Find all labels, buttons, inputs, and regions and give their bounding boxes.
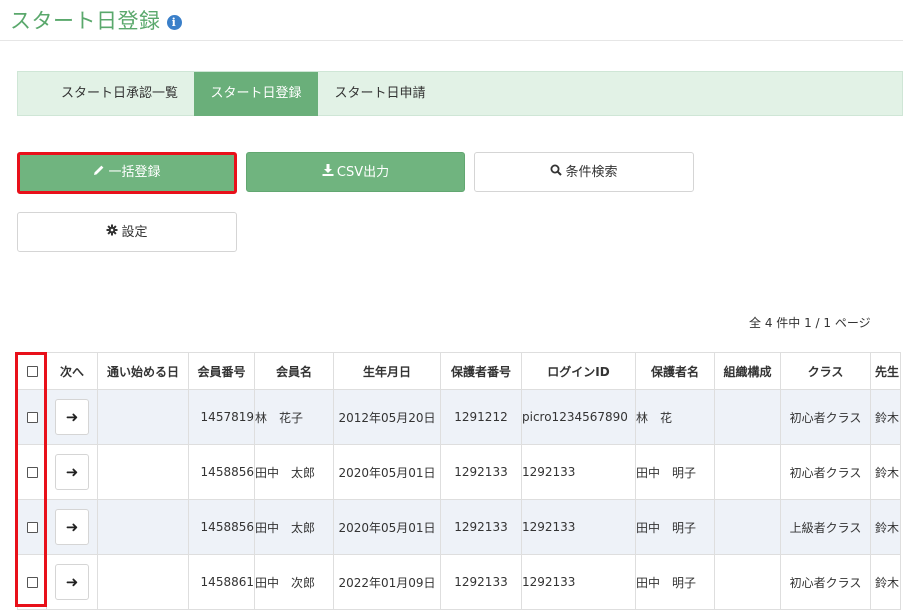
condition-search-button[interactable]: 条件検索 <box>474 152 694 192</box>
row-checkbox[interactable] <box>26 412 38 423</box>
table-header-row: 次へ 通い始める日 会員番号 会員名 生年月日 保護者番号 ログインID 保護者… <box>17 352 901 390</box>
login-id-cell: 1292133 <box>521 499 636 555</box>
row-select-cell <box>17 389 47 445</box>
login-id-cell: 1292133 <box>521 554 636 610</box>
search-icon <box>550 153 563 191</box>
col-header-start-date: 通い始める日 <box>97 352 189 390</box>
row-checkbox[interactable] <box>26 467 38 478</box>
guardian-name-cell: 田中 明子 <box>635 499 715 555</box>
bulk-register-label: 一括登録 <box>108 165 161 180</box>
member-name-cell: 田中 太郎 <box>254 444 334 500</box>
title-bar: スタート日登録 i <box>0 0 903 41</box>
member-no-cell: 1458856 <box>188 444 255 500</box>
condition-search-label: 条件検索 <box>565 165 618 180</box>
row-select-cell <box>17 499 47 555</box>
table-row: ➜ 1458856 田中 太郎 2020年05月01日 1292133 1292… <box>17 499 901 555</box>
col-header-class: クラス <box>780 352 871 390</box>
pencil-icon <box>93 155 105 189</box>
next-arrow-icon[interactable]: ➜ <box>55 564 89 600</box>
gear-icon <box>106 213 118 251</box>
col-header-teacher: 先生 <box>870 352 901 390</box>
tab-start-date-registration[interactable]: スタート日登録 <box>194 72 318 116</box>
guardian-no-cell: 1292133 <box>440 554 522 610</box>
csv-export-label: CSV出力 <box>336 165 390 180</box>
class-cell: 初心者クラス <box>780 444 871 500</box>
row-select-cell <box>17 554 47 610</box>
col-header-birthday: 生年月日 <box>333 352 441 390</box>
org-cell <box>714 444 781 500</box>
next-cell: ➜ <box>46 554 98 610</box>
select-all-cell <box>17 352 47 390</box>
teacher-cell: 鈴木 <box>870 499 901 555</box>
tab-start-date-application[interactable]: スタート日申請 <box>318 72 442 116</box>
next-cell: ➜ <box>46 499 98 555</box>
col-header-member-name: 会員名 <box>254 352 334 390</box>
next-arrow-icon[interactable]: ➜ <box>55 509 89 545</box>
member-name-cell: 林 花子 <box>254 389 334 445</box>
col-header-next: 次へ <box>46 352 98 390</box>
start-date-cell <box>97 499 189 555</box>
info-icon[interactable]: i <box>166 15 182 30</box>
guardian-name-cell: 田中 明子 <box>635 444 715 500</box>
birthday-cell: 2020年05月01日 <box>333 499 441 555</box>
csv-export-button[interactable]: CSV出力 <box>246 152 465 192</box>
settings-label: 設定 <box>121 225 148 240</box>
member-no-cell: 1458861 <box>188 554 255 610</box>
guardian-name-cell: 田中 明子 <box>635 554 715 610</box>
page-title: スタート日登録 i <box>10 5 182 35</box>
member-name-cell: 田中 次郎 <box>254 554 334 610</box>
row-checkbox[interactable] <box>26 522 38 533</box>
col-header-guardian-name: 保護者名 <box>635 352 715 390</box>
birthday-cell: 2020年05月01日 <box>333 444 441 500</box>
tab-bar: スタート日承認一覧 スタート日登録 スタート日申請 <box>17 71 903 116</box>
org-cell <box>714 499 781 555</box>
pagination-info: 全 4 件中 1 / 1 ページ <box>749 316 871 330</box>
teacher-cell: 鈴木 <box>870 554 901 610</box>
col-header-member-no: 会員番号 <box>188 352 255 390</box>
col-header-org: 組織構成 <box>714 352 781 390</box>
col-header-login-id: ログインID <box>521 352 636 390</box>
class-cell: 初心者クラス <box>780 554 871 610</box>
settings-button[interactable]: 設定 <box>17 212 237 252</box>
login-id-cell: picro1234567890 <box>521 389 636 445</box>
login-id-cell: 1292133 <box>521 444 636 500</box>
table-row: ➜ 1457819 林 花子 2012年05月20日 1291212 picro… <box>17 389 901 445</box>
download-icon <box>322 153 334 191</box>
birthday-cell: 2012年05月20日 <box>333 389 441 445</box>
start-date-cell <box>97 389 189 445</box>
teacher-cell: 鈴木 <box>870 389 901 445</box>
class-cell: 上級者クラス <box>780 499 871 555</box>
table-row: ➜ 1458861 田中 次郎 2022年01月09日 1292133 1292… <box>17 554 901 610</box>
select-all-checkbox[interactable] <box>26 366 38 377</box>
bulk-register-button[interactable]: 一括登録 <box>17 152 237 194</box>
start-date-cell <box>97 444 189 500</box>
page-title-text: スタート日登録 <box>10 9 161 33</box>
start-date-cell <box>97 554 189 610</box>
guardian-no-cell: 1291212 <box>440 389 522 445</box>
birthday-cell: 2022年01月09日 <box>333 554 441 610</box>
col-header-guardian-no: 保護者番号 <box>440 352 522 390</box>
guardian-no-cell: 1292133 <box>440 444 522 500</box>
next-cell: ➜ <box>46 444 98 500</box>
member-table: 次へ 通い始める日 会員番号 会員名 生年月日 保護者番号 ログインID 保護者… <box>17 352 901 610</box>
next-cell: ➜ <box>46 389 98 445</box>
next-arrow-icon[interactable]: ➜ <box>55 454 89 490</box>
org-cell <box>714 554 781 610</box>
table-row: ➜ 1458856 田中 太郎 2020年05月01日 1292133 1292… <box>17 444 901 500</box>
next-arrow-icon[interactable]: ➜ <box>55 399 89 435</box>
member-name-cell: 田中 太郎 <box>254 499 334 555</box>
row-select-cell <box>17 444 47 500</box>
class-cell: 初心者クラス <box>780 389 871 445</box>
tab-start-date-approval-list[interactable]: スタート日承認一覧 <box>45 72 194 116</box>
org-cell <box>714 389 781 445</box>
guardian-name-cell: 林 花 <box>635 389 715 445</box>
teacher-cell: 鈴木 <box>870 444 901 500</box>
member-no-cell: 1458856 <box>188 499 255 555</box>
member-no-cell: 1457819 <box>188 389 255 445</box>
row-checkbox[interactable] <box>26 577 38 588</box>
guardian-no-cell: 1292133 <box>440 499 522 555</box>
